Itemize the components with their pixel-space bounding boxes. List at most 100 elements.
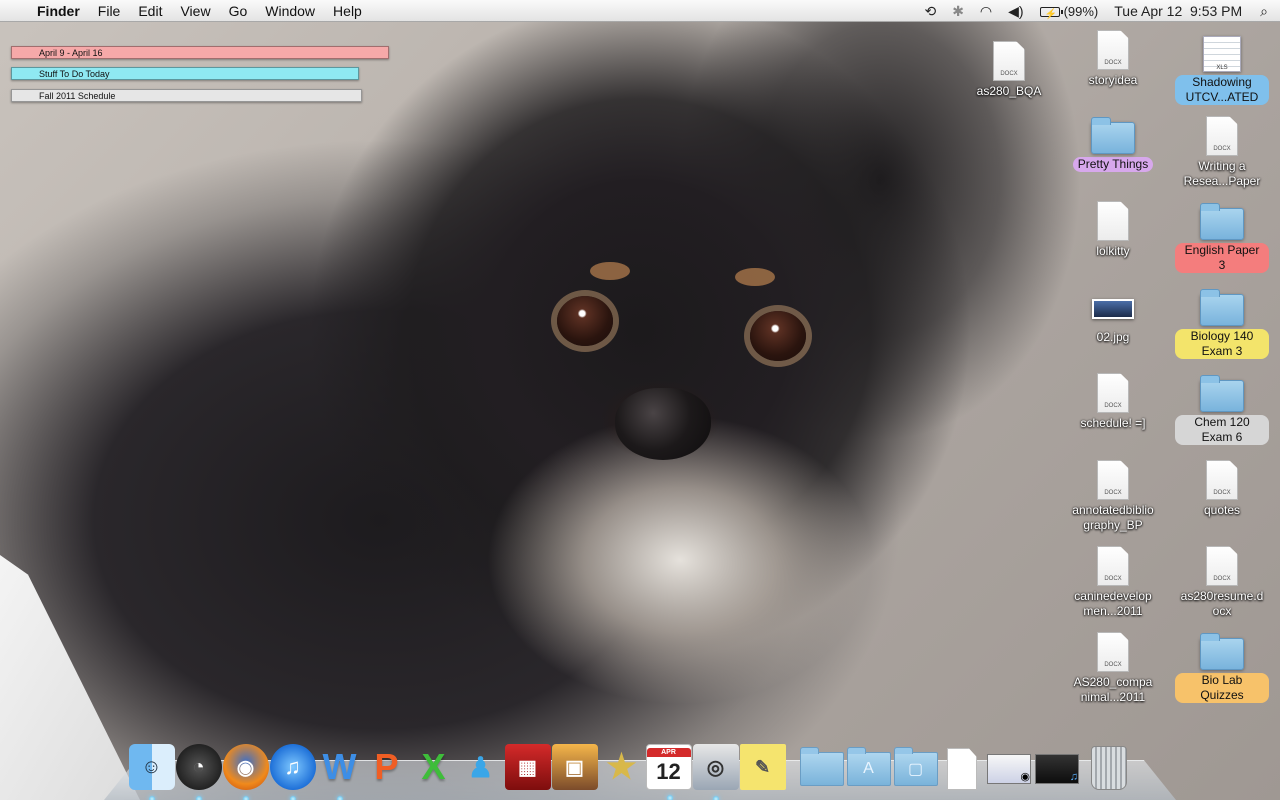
wallpaper-detail	[615, 388, 711, 460]
desktop-icon-lolkitty[interactable]: lolkitty	[1066, 201, 1160, 259]
desktop-icon-pretty-things[interactable]: Pretty Things	[1066, 116, 1160, 172]
desktop-icon-label: Bio Lab Quizzes	[1175, 673, 1269, 703]
folder-icon	[1200, 633, 1244, 670]
spotlight-search-icon[interactable]: ⌕	[1250, 0, 1280, 22]
docx-file-icon: DOCX	[1097, 460, 1129, 500]
menu-bar: Finder File Edit View Go Window Help ⟲ ✱…	[0, 0, 1280, 26]
desktop-icon-label: caninedevelopmen...2011	[1074, 589, 1152, 618]
desktop-icon-as280-bqa[interactable]: DOCX as280_BQA	[962, 41, 1056, 99]
dock-dashboard-icon[interactable]: ◔	[175, 744, 222, 800]
desktop-icon-quotes[interactable]: DOCX quotes	[1175, 460, 1269, 518]
dock-minimized-window-icon[interactable]: ♫	[1035, 754, 1079, 784]
folder-icon	[1200, 375, 1244, 412]
desktop-icon-as280resume[interactable]: DOCX as280resume.docx	[1175, 546, 1269, 619]
docx-file-icon: DOCX	[1097, 373, 1129, 413]
dock-word-icon[interactable]: W	[317, 744, 363, 800]
bluetooth-icon[interactable]: ✱	[944, 0, 972, 22]
desktop-icon-canine-development[interactable]: DOCX caninedevelopmen...2011	[1066, 546, 1160, 619]
dock-applications-folder-icon[interactable]: A	[846, 747, 891, 786]
ical-day: 12	[656, 758, 681, 784]
running-indicator	[289, 796, 296, 800]
desktop-icon-schedule[interactable]: DOCX schedule! =]	[1066, 373, 1160, 431]
dock-trash-icon[interactable]	[1091, 746, 1127, 790]
status-area: ⟲ ✱ ◠ ◀) (99%) Tue Apr 12 9:53 PM ⌕	[916, 0, 1280, 26]
dock-photo-booth-icon[interactable]: ▦	[504, 744, 551, 790]
menu-finder[interactable]: Finder	[28, 0, 89, 22]
dock-firefox-icon[interactable]: ◉	[222, 744, 269, 800]
desktop-icon-label: Shadowing UTCV...ATED	[1175, 75, 1269, 105]
sticky-note[interactable]: Fall 2011 Schedule	[11, 89, 362, 102]
clock[interactable]: Tue Apr 12 9:53 PM	[1106, 0, 1250, 22]
docx-file-icon: DOCX	[1097, 30, 1129, 70]
wallpaper-detail	[557, 296, 613, 346]
ical-month: APR	[646, 747, 691, 757]
docx-file-icon: DOCX	[1206, 116, 1238, 156]
dock-documents-folder-icon[interactable]	[799, 747, 844, 786]
dock-iphoto-icon[interactable]: ▣	[551, 744, 598, 790]
desktop-icon-writing-research-paper[interactable]: DOCX Writing a Resea...Paper	[1175, 116, 1269, 189]
dock-preview-icon[interactable]: ◎	[692, 744, 739, 800]
battery-status[interactable]: (99%)	[1032, 0, 1107, 26]
desktop-icon-label: quotes	[1203, 503, 1241, 517]
dock-imovie-icon[interactable]: ★	[599, 744, 645, 790]
desktop-icon-chem-120[interactable]: Chem 120 Exam 6	[1175, 374, 1269, 445]
desktop-icon-bio-lab-quizzes[interactable]: Bio Lab Quizzes	[1175, 632, 1269, 703]
wallpaper-detail	[590, 262, 630, 280]
desktop-icon-label: as280resume.docx	[1180, 589, 1264, 618]
desktop-icon-as280-companimal[interactable]: DOCX AS280_companimal...2011	[1066, 632, 1160, 705]
menu-view[interactable]: View	[171, 0, 219, 22]
desktop-icon-label: English Paper 3	[1175, 243, 1269, 273]
desktop-icon-label: 02.jpg	[1096, 330, 1130, 344]
desktop-icon-label: lolkitty	[1096, 244, 1130, 258]
docx-file-icon: DOCX	[1206, 546, 1238, 586]
time-machine-icon[interactable]: ⟲	[916, 0, 944, 22]
desktop-icon-annotated-bibliography[interactable]: DOCX annotatedbibliography_BP	[1066, 460, 1160, 533]
desktop-icon-label: Pretty Things	[1072, 157, 1154, 172]
desktop-icon-label: as280_BQA	[976, 84, 1042, 98]
dock-minimized-window-icon[interactable]: ◉	[987, 754, 1031, 784]
dock-ical-icon[interactable]: APR 12	[645, 744, 692, 800]
battery-icon	[1039, 4, 1063, 26]
battery-percent: (99%)	[1063, 3, 1099, 19]
menu-file[interactable]: File	[89, 0, 130, 22]
wallpaper-detail	[0, 555, 140, 800]
volume-icon[interactable]: ◀)	[1000, 0, 1031, 22]
dock-finder-icon[interactable]: ☺	[128, 744, 175, 800]
sticky-note[interactable]: April 9 - April 16	[11, 46, 389, 59]
wifi-icon[interactable]: ◠	[972, 0, 1000, 22]
dock-powerpoint-icon[interactable]: P	[364, 744, 410, 790]
desktop-icon-02-jpg[interactable]: 02.jpg	[1066, 287, 1160, 345]
desktop-icon-biology-140[interactable]: Biology 140 Exam 3	[1175, 288, 1269, 359]
dock-excel-icon[interactable]: X	[411, 744, 457, 790]
desktop-icon-storyidea[interactable]: DOCX storyidea	[1066, 30, 1160, 88]
running-indicator	[336, 796, 343, 800]
docx-file-icon: DOCX	[993, 41, 1025, 81]
wallpaper-detail	[750, 311, 806, 361]
desktop-icon-english-paper-3[interactable]: English Paper 3	[1175, 202, 1269, 273]
menu-edit[interactable]: Edit	[129, 0, 171, 22]
sticky-note[interactable]: Stuff To Do Today	[11, 67, 359, 80]
running-indicator	[242, 796, 249, 800]
dock-stickies-icon[interactable]: ✎	[739, 744, 786, 790]
wallpaper-detail	[735, 268, 775, 286]
desktop-icon-label: AS280_companimal...2011	[1073, 675, 1153, 704]
dock-document-icon[interactable]	[947, 748, 977, 790]
dock-downloads-folder-icon[interactable]: ▢	[893, 747, 938, 786]
dock-itunes-icon[interactable]: ♫	[269, 744, 316, 800]
desktop-icon-label: Biology 140 Exam 3	[1175, 329, 1269, 359]
desktop-icon-shadowing[interactable]: XLS Shadowing UTCV...ATED	[1175, 32, 1269, 105]
folder-icon	[1200, 289, 1244, 326]
menu-help[interactable]: Help	[324, 0, 371, 22]
running-indicator	[148, 796, 155, 800]
xls-file-icon: XLS	[1203, 36, 1241, 72]
folder-icon	[1200, 203, 1244, 240]
dock: ☺ ◔ ◉ ♫ W P X ♟ ▦ ▣ ★ APR 12 ◎ ✎ A ▢ ◉ ♫	[128, 738, 1127, 800]
document-file-icon	[1097, 201, 1129, 241]
docx-file-icon: DOCX	[1097, 632, 1129, 672]
desktop-icon-label: Chem 120 Exam 6	[1175, 415, 1269, 445]
desktop-icon-label: annotatedbibliography_BP	[1072, 503, 1154, 532]
dock-messenger-icon[interactable]: ♟	[458, 744, 504, 790]
running-indicator	[712, 796, 719, 800]
menu-go[interactable]: Go	[220, 0, 257, 22]
menu-window[interactable]: Window	[256, 0, 324, 22]
